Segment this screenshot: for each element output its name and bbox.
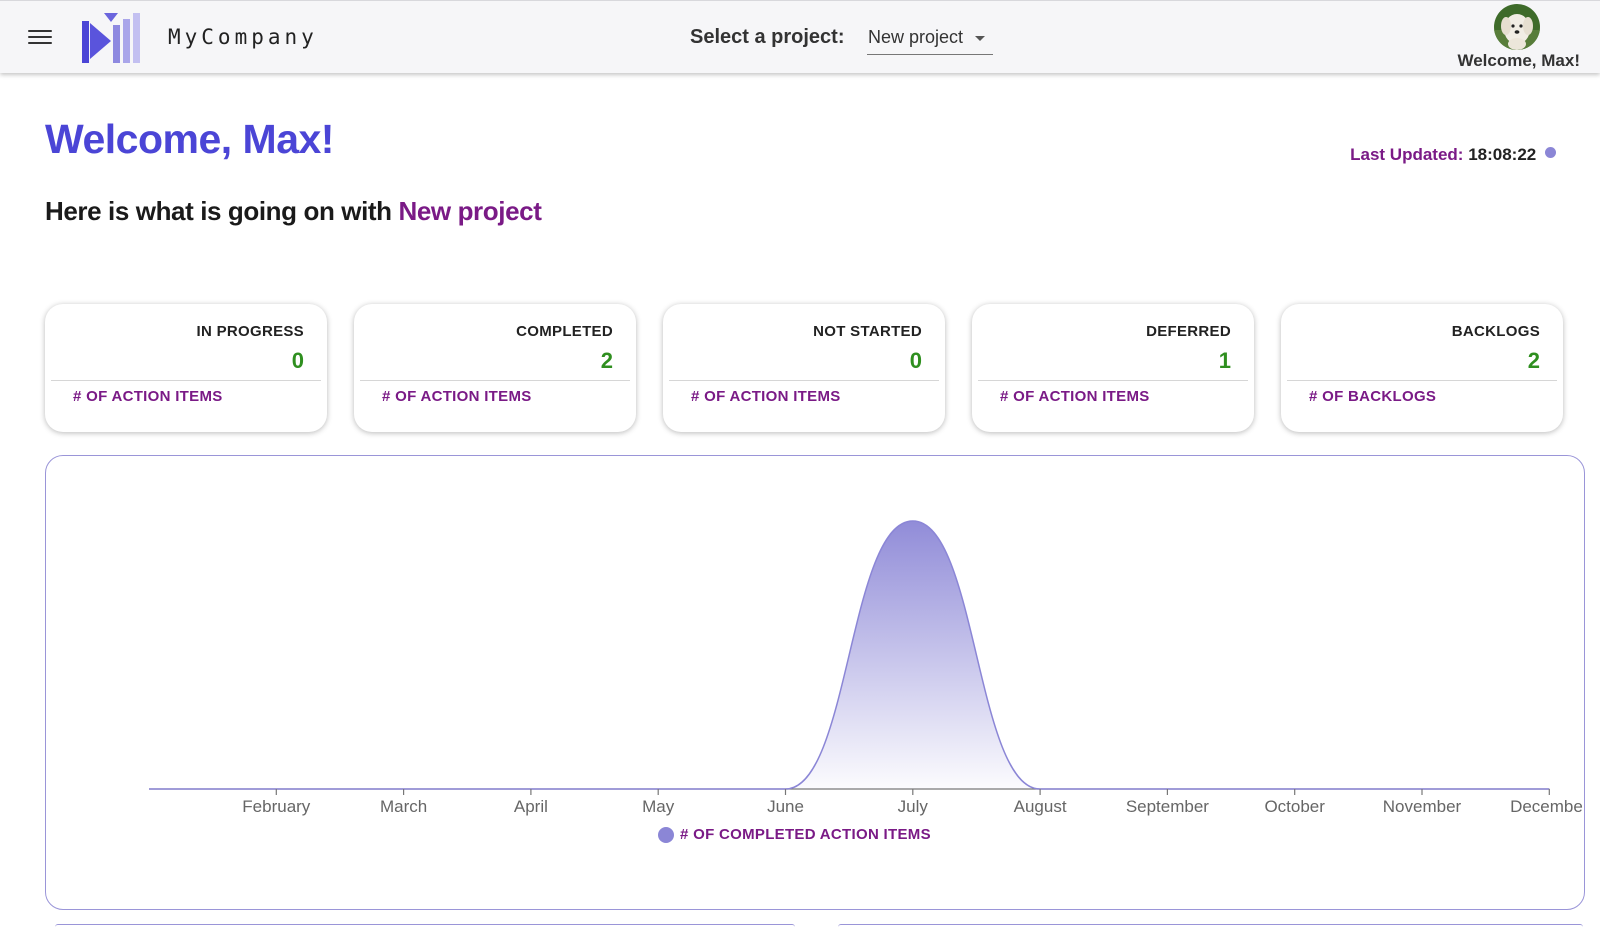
stat-card-not-started: NOT STARTED 0 # OF ACTION ITEMS — [663, 304, 945, 432]
x-tick-label: July — [898, 797, 929, 816]
stat-card-value: 0 — [909, 348, 922, 373]
completed-items-chart-panel: February March April May June July August Septe… — [45, 455, 1585, 910]
divider — [51, 380, 321, 381]
legend-swatch — [658, 826, 674, 843]
project-select[interactable]: New project — [867, 24, 993, 55]
stat-card-title: IN PROGRESS — [196, 323, 304, 340]
stat-card-value: 0 — [291, 348, 304, 373]
top-app-bar: MyCompany Select a project: New project … — [0, 0, 1600, 73]
x-tick-label: March — [380, 797, 427, 816]
page-subtitle: Here is what is going on with New projec… — [45, 196, 542, 227]
x-tick-label: May — [642, 797, 675, 816]
stat-card-deferred: DEFERRED 1 # OF ACTION ITEMS — [972, 304, 1254, 432]
stat-card-completed: COMPLETED 2 # OF ACTION ITEMS — [354, 304, 636, 432]
status-dot-icon — [1545, 147, 1556, 158]
last-updated-time: 18:08:22 — [1468, 145, 1537, 164]
divider — [1287, 380, 1557, 381]
divider — [360, 380, 630, 381]
stat-card-footer: # OF ACTION ITEMS — [73, 388, 223, 405]
stat-card-value: 2 — [1527, 348, 1540, 373]
stat-card-title: NOT STARTED — [813, 323, 922, 340]
stat-card-title: COMPLETED — [516, 323, 613, 340]
project-select-value: New project — [868, 27, 964, 47]
stat-card-title: BACKLOGS — [1451, 323, 1540, 340]
x-tick-label: September — [1126, 797, 1209, 816]
subtitle-project-name: New project — [398, 196, 542, 226]
avatar[interactable] — [1494, 4, 1540, 50]
x-tick-label: November — [1383, 797, 1462, 816]
divider — [669, 380, 939, 381]
user-welcome: Welcome, Max! — [1457, 51, 1580, 70]
subtitle-prefix: Here is what is going on with — [45, 196, 399, 226]
chevron-down-icon — [975, 36, 985, 41]
menu-icon[interactable] — [28, 26, 52, 48]
stat-card-in-progress: IN PROGRESS 0 # OF ACTION ITEMS — [45, 304, 327, 432]
stat-card-value: 2 — [600, 348, 613, 373]
stat-card-footer: # OF ACTION ITEMS — [691, 388, 841, 405]
divider — [978, 380, 1248, 381]
x-tick-label: April — [514, 797, 548, 816]
stat-card-value: 1 — [1218, 348, 1231, 373]
stat-card-footer: # OF BACKLOGS — [1309, 388, 1437, 405]
stat-card-backlogs: BACKLOGS 2 # OF BACKLOGS — [1281, 304, 1563, 432]
last-updated: Last Updated: 18:08:22 — [1350, 145, 1556, 165]
x-tick-label: December — [1510, 797, 1583, 816]
x-tick-label: June — [767, 797, 804, 816]
legend-label: # OF COMPLETED ACTION ITEMS — [680, 826, 931, 843]
last-updated-label: Last Updated: — [1350, 145, 1464, 164]
x-tick-label: August — [1014, 797, 1067, 816]
chart-legend[interactable]: # OF COMPLETED ACTION ITEMS — [658, 826, 931, 843]
stat-card-title: DEFERRED — [1146, 323, 1231, 340]
x-tick-label: October — [1264, 797, 1325, 816]
page-title: Welcome, Max! — [45, 116, 334, 162]
project-selector-label: Select a project: — [690, 26, 845, 48]
stat-card-footer: # OF ACTION ITEMS — [382, 388, 532, 405]
stat-card-footer: # OF ACTION ITEMS — [1000, 388, 1150, 405]
x-tick-label: February — [242, 797, 311, 816]
brand-name: MyCompany — [168, 25, 318, 49]
company-logo — [82, 13, 140, 63]
